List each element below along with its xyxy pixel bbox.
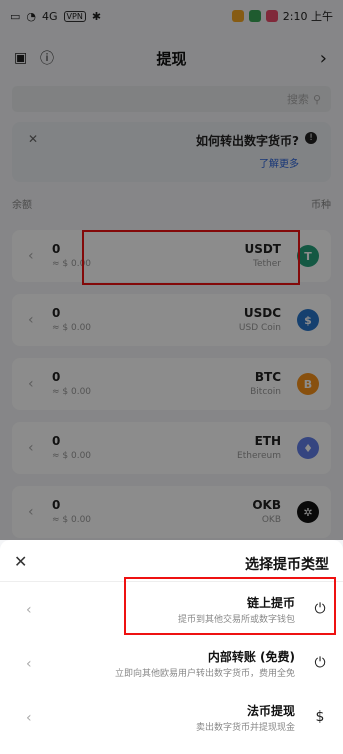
sheet-title: 选择提币类型 bbox=[245, 557, 329, 573]
withdraw-screen: ▭ ◔ 4G VPN ✱ 2:10 上午 ▣ ⓘ 提现 › 搜索 ⚲ ✕ ! 如… bbox=[0, 0, 343, 754]
power-icon: ⏻ bbox=[314, 655, 326, 671]
option-desc: 立即向其他欧易用户转出数字货币，费用全免 bbox=[114, 669, 295, 679]
option-internal-transfer[interactable]: ‹ 内部转账 (免费) 立即向其他欧易用户转出数字货币，费用全免 ⏻ bbox=[0, 642, 343, 690]
chevron-icon: ‹ bbox=[26, 710, 32, 726]
highlight-box-onchain bbox=[124, 577, 336, 635]
dollar-circle-icon: $ bbox=[315, 709, 325, 725]
option-title: 法币提现 bbox=[246, 704, 295, 718]
option-desc: 卖出数字货币并提现现金 bbox=[195, 723, 295, 733]
close-icon[interactable]: ✕ bbox=[14, 552, 27, 571]
option-fiat-withdraw[interactable]: ‹ 法币提现 卖出数字货币并提现现金 $ bbox=[0, 696, 343, 744]
dim-overlay[interactable] bbox=[0, 0, 343, 540]
option-title: 内部转账 (免费) bbox=[207, 650, 295, 664]
withdraw-type-sheet: ✕ 选择提币类型 ‹ 链上提币 提币到其他交易所或数字钱包 ⏻ ‹ 内部转账 (… bbox=[0, 540, 343, 754]
chevron-icon: ‹ bbox=[26, 656, 32, 672]
chevron-icon: ‹ bbox=[26, 602, 32, 618]
